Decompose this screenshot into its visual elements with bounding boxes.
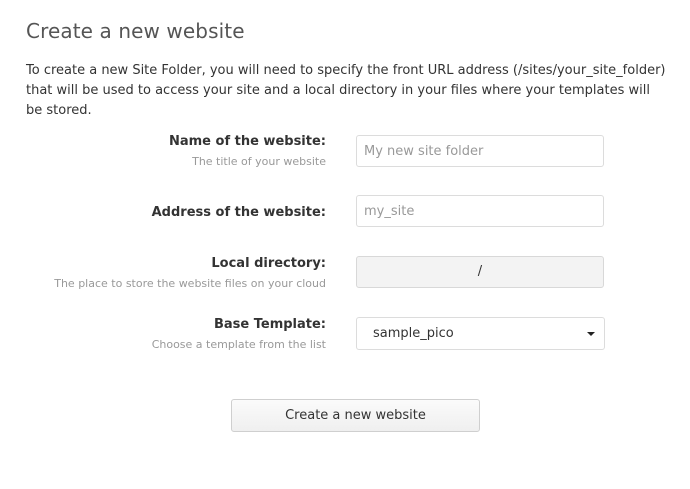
base-template-value: sample_pico bbox=[373, 326, 454, 341]
template-label: Base Template: bbox=[213, 317, 326, 332]
website-address-input[interactable] bbox=[356, 195, 604, 227]
name-hint: The title of your website bbox=[192, 155, 326, 168]
template-label-group: Base Template: Choose a template from th… bbox=[152, 317, 326, 352]
template-hint: Choose a template from the list bbox=[151, 338, 326, 351]
name-label: Name of the website: bbox=[168, 134, 326, 149]
base-template-select[interactable]: sample_pico bbox=[356, 317, 605, 350]
name-label-group: Name of the website: The title of your w… bbox=[169, 134, 326, 169]
address-label: Address of the website: bbox=[151, 205, 326, 220]
directory-label: Local directory: bbox=[211, 256, 326, 271]
intro-text: To create a new Site Folder, you will ne… bbox=[26, 63, 666, 118]
directory-label-group: Local directory: The place to store the … bbox=[54, 256, 326, 291]
local-directory-field[interactable]: / bbox=[356, 256, 604, 288]
caret-down-icon bbox=[587, 332, 595, 336]
create-website-button[interactable]: Create a new website bbox=[231, 399, 480, 432]
page-title: Create a new website bbox=[26, 19, 245, 43]
address-label-group: Address of the website: bbox=[152, 205, 326, 221]
directory-hint: The place to store the website files on … bbox=[54, 277, 326, 290]
website-name-input[interactable] bbox=[356, 135, 604, 167]
